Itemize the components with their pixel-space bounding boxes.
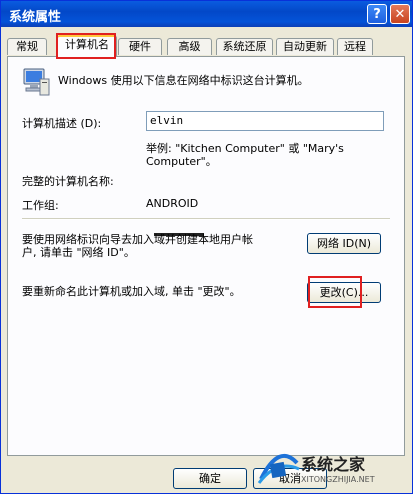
change-button-highlight-box	[308, 276, 362, 308]
tab-advanced[interactable]: 高级	[167, 38, 212, 55]
network-id-button[interactable]: 网络 ID(N)	[307, 233, 381, 254]
help-button[interactable]: ?	[367, 4, 387, 24]
watermark-brand-text: 系统之家	[301, 455, 366, 474]
computer-name-panel: Windows 使用以下信息在网络中标识这台计算机。 计算机描述 (D): el…	[7, 56, 405, 456]
workgroup-value: ANDROID	[146, 197, 199, 210]
example-text-line2: Computer"。	[146, 155, 217, 168]
tab-remote[interactable]: 远程	[337, 38, 373, 55]
tab-general[interactable]: 常规	[7, 38, 47, 55]
network-id-text-line2: 户, 请单击 "网络 ID"。	[22, 246, 135, 259]
tab-highlight-box	[56, 33, 116, 59]
rename-text: 要重新命名此计算机或加入域, 单击 "更改"。	[22, 285, 241, 298]
tab-system-restore[interactable]: 系统还原	[216, 38, 273, 55]
computer-icon	[23, 68, 50, 96]
title-bar[interactable]: 系统属性 ? ✕	[1, 1, 412, 27]
window-title: 系统属性	[9, 10, 62, 25]
watermark-logo-icon	[257, 453, 300, 484]
separator	[22, 218, 390, 220]
close-button[interactable]: ✕	[390, 4, 410, 24]
workgroup-label: 工作组:	[22, 199, 59, 212]
description-label: 计算机描述 (D):	[22, 117, 102, 130]
system-properties-window: 系统属性 ? ✕ 常规 计算机名 硬件 高级 系统还原 自动更新 远程 Wind…	[0, 0, 413, 494]
intro-text: Windows 使用以下信息在网络中标识这台计算机。	[58, 74, 309, 87]
full-computer-name-label: 完整的计算机名称:	[22, 175, 114, 188]
watermark-url-text: XITONGZHIJIA.NET	[301, 475, 375, 484]
tab-automatic-updates[interactable]: 自动更新	[276, 38, 334, 55]
ok-button[interactable]: 确定	[173, 468, 247, 489]
tab-hardware[interactable]: 硬件	[118, 38, 162, 55]
computer-description-input[interactable]: elvin	[146, 111, 384, 131]
